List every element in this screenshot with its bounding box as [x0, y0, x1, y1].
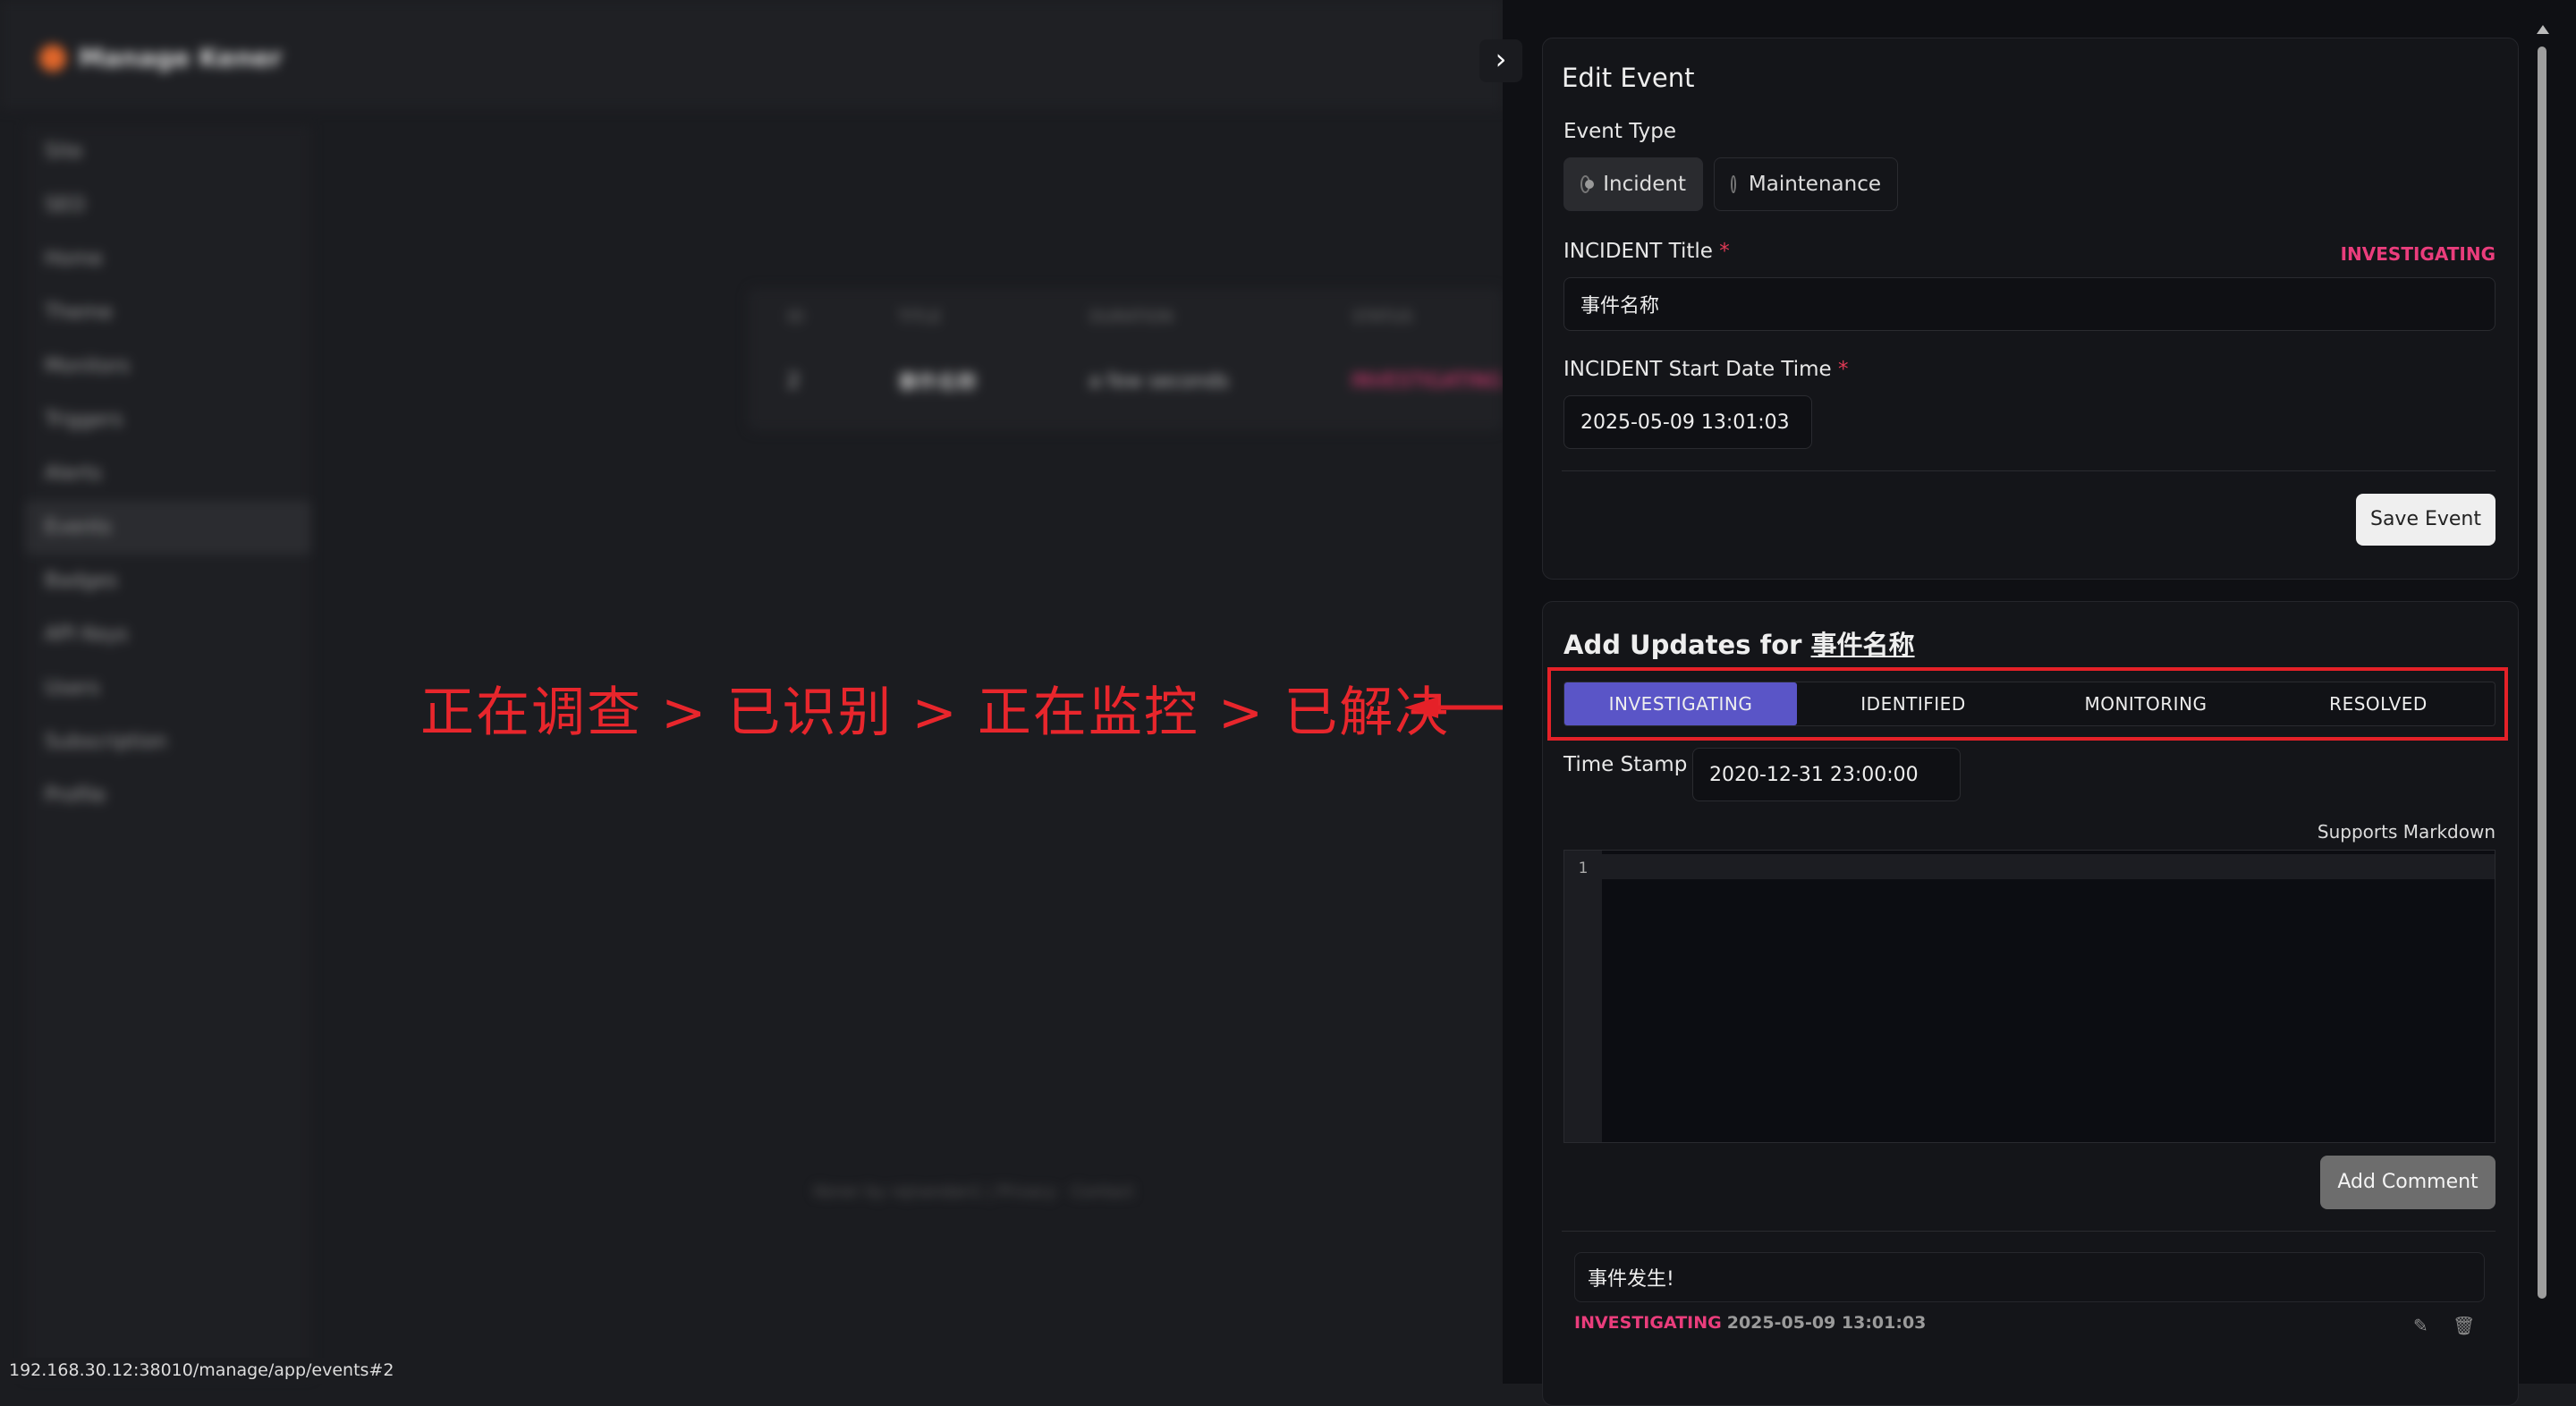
- sidebar-item-badges[interactable]: Badges: [25, 555, 311, 608]
- edit-icon[interactable]: ✎: [2413, 1315, 2428, 1336]
- cell-id: 2: [787, 369, 800, 393]
- top-bar: Manage Kener: [0, 0, 1503, 109]
- divider: [1562, 1231, 2496, 1232]
- sidebar-item-events[interactable]: Events: [25, 501, 311, 555]
- comment-meta: INVESTIGATING 2025-05-09 13:01:03: [1574, 1313, 1926, 1333]
- editor-gutter: 1: [1564, 851, 1602, 1142]
- start-datetime-value: 2025-05-09 13:01:03: [1580, 411, 1790, 434]
- markdown-editor[interactable]: 1: [1563, 850, 2496, 1143]
- radio-incident-label: Incident: [1603, 173, 1686, 196]
- trash-icon[interactable]: 🗑: [2453, 1315, 2475, 1336]
- sidebar-item-triggers[interactable]: Triggers: [25, 394, 311, 447]
- tab-investigating[interactable]: INVESTIGATING: [1564, 682, 1797, 725]
- sidebar-item-alerts[interactable]: Alerts: [25, 447, 311, 501]
- line-number: 1: [1578, 860, 1589, 877]
- events-table: ID TITLE DURATION STATUS 2 事件名称 a few se…: [748, 288, 1503, 431]
- col-duration: DURATION: [1089, 307, 1174, 326]
- add-updates-heading: Add Updates for 事件名称: [1563, 624, 1915, 662]
- sidebar-item-home[interactable]: Home: [25, 233, 311, 286]
- required-mark: *: [1838, 358, 1849, 381]
- event-type-label: Event Type: [1563, 120, 1677, 143]
- markdown-note: Supports Markdown: [2317, 821, 2496, 843]
- sidebar-item-monitors[interactable]: Monitors: [25, 340, 311, 394]
- radio-maintenance-label: Maintenance: [1748, 173, 1881, 196]
- chevron-right-icon: ›: [1495, 42, 1507, 76]
- incident-title-label-text: INCIDENT Title: [1563, 240, 1713, 263]
- timestamp-label: Time Stamp: [1563, 753, 1688, 776]
- app-name: Manage Kener: [79, 43, 283, 72]
- start-datetime-label: INCIDENT Start Date Time *: [1563, 358, 1849, 381]
- sidebar-item-profile[interactable]: Profile: [25, 769, 311, 823]
- incident-title-value: 事件名称: [1580, 295, 1660, 318]
- page-footer: Kener by rajnandan1 | Privacy · Contact: [814, 1182, 1134, 1201]
- timestamp-input[interactable]: 2020-12-31 23:00:00: [1692, 748, 1961, 801]
- status-bar-url: 192.168.30.12:38010/manage/app/events#2: [0, 1358, 403, 1384]
- table-row[interactable]: 2 事件名称 a few seconds INVESTIGATING: [748, 345, 1503, 417]
- radio-unchecked-icon: [1731, 175, 1736, 193]
- col-status: STATUS: [1352, 307, 1413, 326]
- tab-monitoring[interactable]: MONITORING: [2029, 682, 2262, 725]
- scrollbar-thumb[interactable]: [2538, 47, 2546, 1299]
- sidebar: Site SEO Home Theme Monitors Triggers Al…: [25, 125, 311, 1377]
- sidebar-item-subscription[interactable]: Subscription: [25, 716, 311, 769]
- tab-resolved[interactable]: RESOLVED: [2262, 682, 2495, 725]
- comment-time: 2025-05-09 13:01:03: [1726, 1313, 1927, 1333]
- edit-event-title: Edit Event: [1562, 63, 1695, 93]
- add-updates-event-name: 事件名称: [1810, 630, 1915, 660]
- logo-icon: [39, 44, 66, 72]
- collapse-drawer-button[interactable]: ›: [1479, 39, 1522, 82]
- incident-title-input[interactable]: 事件名称: [1563, 277, 2496, 331]
- editor-active-line: [1602, 854, 2495, 879]
- required-mark: *: [1719, 240, 1730, 263]
- scroll-up-icon[interactable]: [2537, 25, 2549, 34]
- cell-duration: a few seconds: [1089, 369, 1229, 393]
- start-datetime-input[interactable]: 2025-05-09 13:01:03: [1563, 395, 1812, 449]
- table-header: ID TITLE DURATION STATUS: [748, 288, 1503, 345]
- sidebar-item-seo[interactable]: SEO: [25, 179, 311, 233]
- add-comment-button[interactable]: Add Comment: [2320, 1156, 2496, 1209]
- sidebar-item-users[interactable]: Users: [25, 662, 311, 716]
- sidebar-item-theme[interactable]: Theme: [25, 286, 311, 340]
- col-title: TITLE: [898, 307, 942, 326]
- radio-maintenance[interactable]: Maintenance: [1714, 157, 1898, 211]
- status-tabs: INVESTIGATING IDENTIFIED MONITORING RESO…: [1563, 682, 2496, 726]
- sidebar-item-site[interactable]: Site: [25, 125, 311, 179]
- annotation-text: 正在调查 > 已识别 > 正在监控 > 已解决: [420, 682, 1451, 744]
- scrollbar[interactable]: [2533, 20, 2551, 1384]
- radio-incident[interactable]: Incident: [1563, 157, 1703, 211]
- add-updates-prefix: Add Updates for: [1563, 630, 1802, 660]
- cell-status: INVESTIGATING: [1351, 369, 1503, 393]
- comment-status: INVESTIGATING: [1574, 1313, 1722, 1333]
- tab-identified[interactable]: IDENTIFIED: [1797, 682, 2029, 725]
- comment-item: 事件发生!: [1574, 1252, 2485, 1302]
- comment-text: 事件发生!: [1588, 1268, 1674, 1291]
- sidebar-item-api-keys[interactable]: API Keys: [25, 608, 311, 662]
- cell-title: 事件名称: [897, 372, 977, 394]
- save-event-button[interactable]: Save Event: [2356, 494, 2496, 546]
- start-datetime-label-text: INCIDENT Start Date Time: [1563, 358, 1832, 381]
- col-id: ID: [787, 307, 805, 326]
- radio-checked-icon: [1580, 175, 1595, 193]
- app-logo[interactable]: Manage Kener: [39, 43, 282, 72]
- status-badge: INVESTIGATING: [2340, 243, 2496, 265]
- divider: [1562, 470, 2496, 471]
- timestamp-value: 2020-12-31 23:00:00: [1709, 763, 1919, 786]
- incident-title-label: INCIDENT Title *: [1563, 240, 1730, 263]
